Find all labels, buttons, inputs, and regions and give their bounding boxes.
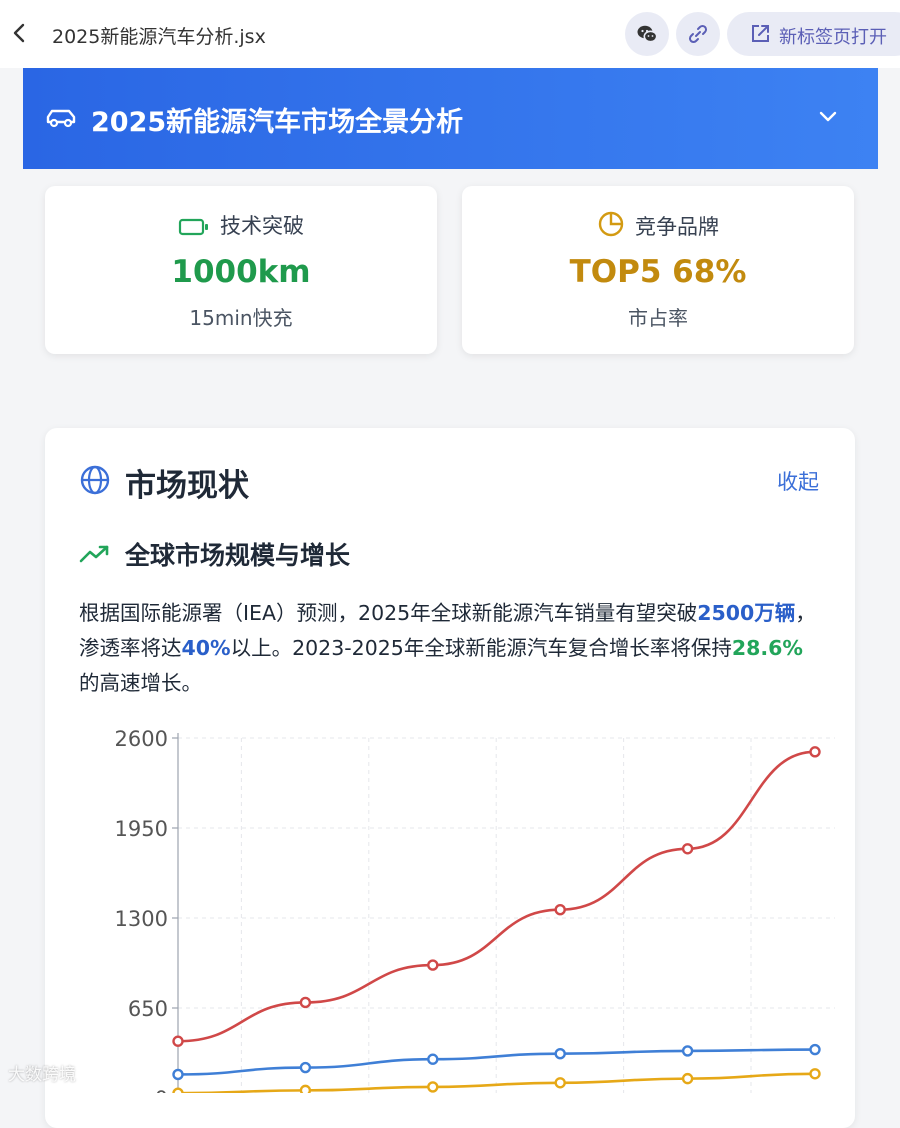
- stat-card-tech: 技术突破 1000km 15min快充: [45, 186, 437, 354]
- market-growth-chart: 0 650 1300 1950 2600: [115, 727, 835, 1093]
- external-link-icon: [752, 25, 769, 42]
- subsection-title: 全球市场规模与增长: [125, 541, 351, 570]
- data-point: [809, 1043, 821, 1056]
- data-point: [172, 1068, 184, 1081]
- data-point: [681, 1045, 694, 1057]
- data-point: [427, 1081, 439, 1093]
- paragraph-text: 根据国际能源署（IEA）预测，2025年全球新能源汽车销量有望突破: [79, 601, 698, 625]
- highlight-cagr: 28.6%: [731, 636, 803, 660]
- stat-sub: 市占率: [628, 306, 688, 330]
- link-icon: [688, 24, 708, 44]
- highlight-sales: 2500万辆: [697, 601, 796, 625]
- data-point: [427, 1053, 439, 1065]
- stat-label: 技术突破: [220, 214, 304, 238]
- data-point: [427, 959, 439, 971]
- watermark: 大数跨境: [8, 1065, 76, 1085]
- stat-value: TOP5 68%: [569, 254, 747, 290]
- stat-label: 竞争品牌: [635, 215, 719, 239]
- open-new-tab-label: 新标签页打开: [779, 27, 887, 48]
- highlight-penetration: 40%: [181, 636, 231, 660]
- wechat-share-button[interactable]: [625, 12, 669, 56]
- data-point: [681, 1072, 694, 1085]
- file-name: 2025新能源汽车分析.jsx: [52, 26, 266, 48]
- data-point: [299, 1061, 312, 1074]
- y-tick-label: 650: [128, 997, 168, 1021]
- report-header-banner[interactable]: 2025新能源汽车市场全景分析: [23, 68, 878, 169]
- data-point: [554, 903, 566, 916]
- copy-link-button[interactable]: [676, 12, 720, 56]
- trending-up-icon: [79, 545, 109, 563]
- stat-card-brands: 竞争品牌 TOP5 68% 市占率: [462, 186, 854, 354]
- data-point: [809, 1068, 821, 1080]
- chevron-left-icon[interactable]: [12, 22, 26, 50]
- chevron-down-icon[interactable]: [818, 106, 838, 126]
- battery-icon: [178, 218, 208, 236]
- top-bar: 2025新能源汽车分析.jsx 新标签页打开: [0, 0, 900, 68]
- data-point: [299, 1084, 312, 1093]
- paragraph-text: 的高速增长。: [79, 671, 202, 695]
- section-title: 市场现状: [125, 468, 249, 504]
- wechat-icon: [637, 25, 658, 43]
- data-point: [681, 843, 694, 855]
- market-paragraph: 根据国际能源署（IEA）预测，2025年全球新能源汽车销量有望突破2500万辆，…: [79, 596, 819, 701]
- market-status-section: 市场现状 收起 全球市场规模与增长 根据国际能源署（IEA）预测，2025年全球…: [45, 428, 855, 1128]
- open-new-tab-button[interactable]: 新标签页打开: [727, 12, 900, 56]
- y-tick-label: 0: [155, 1087, 168, 1093]
- y-tick-label: 1950: [115, 817, 168, 841]
- stat-value: 1000km: [171, 254, 311, 290]
- collapse-button[interactable]: 收起: [777, 466, 819, 496]
- car-icon: [46, 109, 76, 128]
- y-tick-label: 1300: [115, 907, 168, 931]
- data-point: [809, 746, 821, 758]
- data-point: [172, 1035, 184, 1047]
- report-title: 2025新能源汽车市场全景分析: [91, 107, 464, 138]
- pie-chart-icon: [598, 211, 624, 237]
- stat-sub: 15min快充: [189, 306, 293, 330]
- data-point: [554, 1077, 566, 1089]
- data-point: [172, 1087, 184, 1093]
- data-point: [299, 996, 312, 1009]
- paragraph-text: 以上。2023-2025年全球新能源汽车复合增长率将保持: [230, 636, 732, 660]
- data-point: [554, 1047, 566, 1060]
- globe-icon: [80, 465, 110, 495]
- y-tick-label: 2600: [115, 727, 168, 751]
